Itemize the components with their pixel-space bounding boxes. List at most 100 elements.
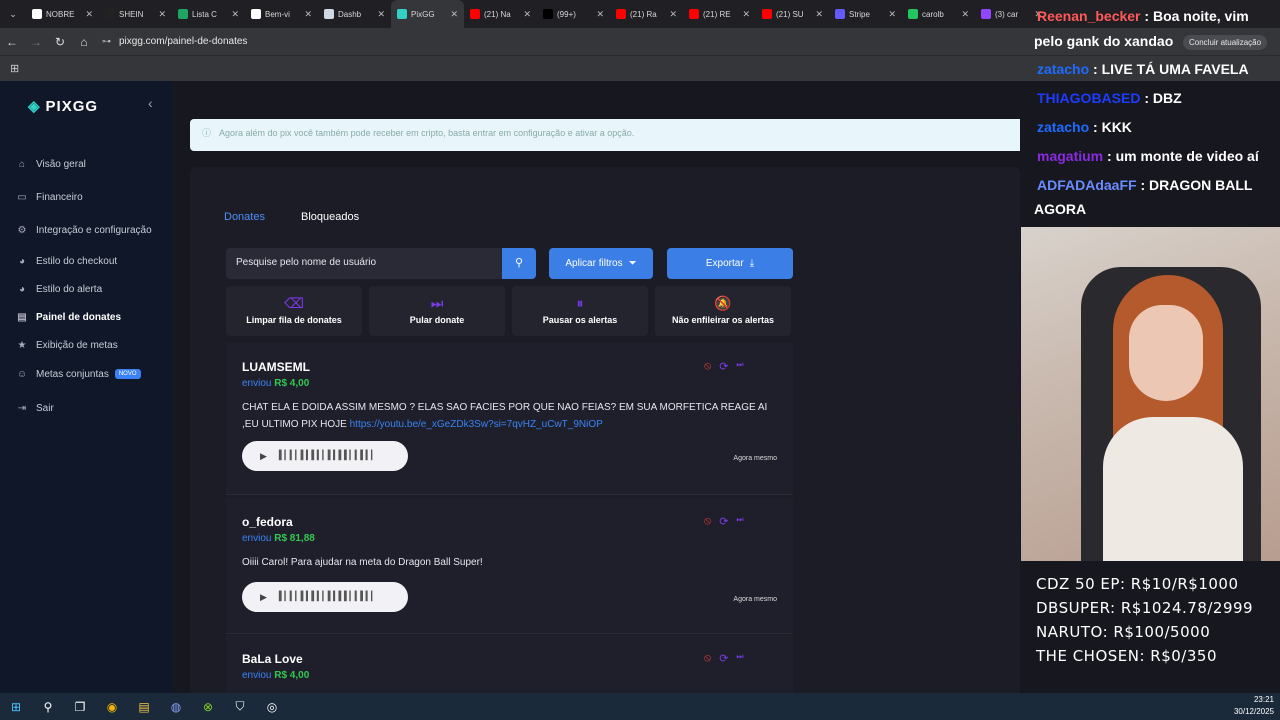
donate-card: BaLa Love enviou R$ 4,00 ⦸ ⟳ ⏭ (226, 635, 793, 693)
browser-tab[interactable]: Lista C ✕ (172, 0, 245, 28)
info-icon: ⓘ (202, 128, 212, 138)
url-field[interactable]: pixgg.com/painel-de-donates (119, 36, 247, 47)
sidebar-item[interactable]: ◕ Estilo do checkout (16, 255, 117, 267)
system-clock[interactable]: 23:21 30/12/2025 (1234, 694, 1274, 718)
browser-tab[interactable]: Dashb ✕ (318, 0, 391, 28)
browser-tab[interactable]: (21) SU ✕ (756, 0, 829, 28)
replay-icon[interactable]: ⟳ (719, 652, 728, 665)
goal-line: NARUTO: R$100/5000 (1036, 623, 1211, 641)
block-user-icon[interactable]: ⦸ (704, 652, 711, 665)
browser-tab[interactable]: Stripe ✕ (829, 0, 902, 28)
replay-icon[interactable]: ⟳ (719, 515, 728, 528)
discord-icon[interactable]: ◍ (160, 700, 192, 714)
palette-icon: ◕ (18, 283, 26, 295)
replay-icon[interactable]: ⟳ (719, 360, 728, 373)
sidebar-item[interactable]: ◕ Estilo do alerta (16, 283, 102, 295)
tab-donates[interactable]: Donates (224, 211, 265, 223)
shield-icon[interactable]: ⛉ (224, 699, 256, 714)
browser-tab[interactable]: Bem-vi ✕ (245, 0, 318, 28)
close-tab-icon[interactable]: ✕ (304, 9, 312, 20)
tab-bloqueados[interactable]: Bloqueados (301, 211, 359, 223)
reload-icon[interactable]: ↻ (48, 35, 72, 49)
xbox-icon[interactable]: ⊗ (192, 700, 224, 714)
search-button[interactable]: ⚲ (502, 248, 536, 279)
action-button[interactable]: ⏸ Pausar os alertas (512, 286, 648, 336)
task-view-icon[interactable]: ❐ (64, 700, 96, 714)
sidebar-item[interactable]: ▤ Painel de donates (16, 311, 121, 323)
people-icon: ☺ (16, 368, 28, 380)
close-tab-icon[interactable]: ✕ (85, 9, 93, 20)
close-tab-icon[interactable]: ✕ (961, 9, 969, 20)
forward-icon[interactable]: → (24, 35, 48, 49)
sent-label: enviou (242, 533, 272, 544)
chrome-icon[interactable]: ◉ (96, 700, 128, 714)
close-tab-icon[interactable]: ✕ (158, 9, 166, 20)
action-button[interactable]: ⌫ Limpar fila de donates (226, 286, 362, 336)
apps-grid-icon[interactable]: ⊞ (10, 62, 19, 75)
donor-name: o_fedora (242, 515, 293, 529)
tab-title: (21) Ra (630, 9, 657, 19)
close-tab-icon[interactable]: ✕ (377, 9, 385, 20)
chat-separator: : (1140, 90, 1153, 106)
browser-tab[interactable]: PixGG ✕ (391, 0, 464, 28)
search-icon[interactable]: ⚲ (32, 700, 64, 714)
browser-tab[interactable]: (21) Ra ✕ (610, 0, 683, 28)
collapse-sidebar-icon[interactable]: ‹ (148, 95, 153, 111)
sidebar-item[interactable]: ☺ Metas conjuntas NOVO (16, 368, 141, 380)
tab-title: (21) RE (703, 9, 731, 19)
brand-logo[interactable]: ◈ PIXGG (28, 97, 98, 116)
browser-tab[interactable]: NOBRE ✕ (26, 0, 99, 28)
action-label: Limpar fila de donates (246, 315, 342, 325)
windows-start-icon[interactable]: ⊞ (0, 700, 32, 714)
action-button[interactable]: ⏭ Pular donate (369, 286, 505, 336)
obs-icon[interactable]: ◎ (256, 700, 288, 714)
close-tab-icon[interactable]: ✕ (888, 9, 896, 20)
skip-icon[interactable]: ⏭ (736, 515, 743, 528)
browser-tab[interactable]: SHEIN ✕ (99, 0, 172, 28)
sidebar-item[interactable]: ★ Exibição de metas (16, 339, 118, 351)
sidebar-item[interactable]: ⌂ Visão geral (16, 158, 86, 170)
browser-tab[interactable]: (99+) ✕ (537, 0, 610, 28)
browser-tab[interactable]: (21) RE ✕ (683, 0, 756, 28)
sidebar-item-label: Visão geral (36, 158, 86, 170)
tab-search-icon[interactable]: ⌄ (0, 9, 26, 20)
export-label: Exportar (705, 258, 744, 269)
tab-favicon-icon (908, 9, 918, 19)
tab-favicon-icon (616, 9, 626, 19)
browser-tab[interactable]: (21) Na ✕ (464, 0, 537, 28)
close-tab-icon[interactable]: ✕ (669, 9, 677, 20)
donate-card: LUAMSEML enviou R$ 4,00 ⦸ ⟳ ⏭ CHAT ELA E DO… (226, 343, 793, 495)
search-input[interactable]: Pesquise pelo nome de usuário (226, 248, 502, 279)
streamer-body (1103, 417, 1243, 561)
skip-icon[interactable]: ⏭ (736, 360, 743, 373)
sidebar-item[interactable]: ▭ Financeiro (16, 191, 82, 203)
block-user-icon[interactable]: ⦸ (704, 360, 711, 373)
close-tab-icon[interactable]: ✕ (742, 9, 750, 20)
audio-player[interactable]: ▶ ▌▎▍▎▌▍▌▍▎▌▍▌▌▎▍▌▍▎ (242, 441, 408, 471)
site-info-icon[interactable]: ⊶ (102, 36, 111, 47)
export-button[interactable]: Exportar ⤓ (667, 248, 793, 279)
skip-icon[interactable]: ⏭ (736, 652, 743, 665)
block-user-icon[interactable]: ⦸ (704, 515, 711, 528)
action-label: Pular donate (409, 315, 465, 325)
sidebar-item[interactable]: ⚙ Integração e configuração (16, 224, 152, 236)
play-icon[interactable]: ▶ (260, 592, 267, 603)
chat-username: zatacho (1037, 119, 1090, 135)
browser-tab[interactable]: carolb ✕ (902, 0, 975, 28)
apply-filters-button[interactable]: Aplicar filtros ⏷ (549, 248, 653, 279)
audio-player[interactable]: ▶ ▌▎▍▎▌▍▌▍▎▌▍▌▌▎▍▌▍▎ (242, 582, 408, 612)
close-tab-icon[interactable]: ✕ (523, 9, 531, 20)
play-icon[interactable]: ▶ (260, 451, 267, 462)
chat-username: zatacho (1037, 61, 1090, 77)
close-tab-icon[interactable]: ✕ (231, 9, 239, 20)
chat-separator: : (1089, 61, 1102, 77)
home-icon[interactable]: ⌂ (72, 35, 96, 49)
back-icon[interactable]: ← (0, 35, 24, 49)
file-explorer-icon[interactable]: ▤ (128, 700, 160, 714)
close-tab-icon[interactable]: ✕ (450, 9, 458, 20)
action-button[interactable]: 🔕 Não enfileirar os alertas (655, 286, 791, 336)
close-tab-icon[interactable]: ✕ (815, 9, 823, 20)
sidebar-item[interactable]: ⇥ Sair (16, 402, 54, 414)
message-link[interactable]: https://youtu.be/e_xGeZDk3Sw?si=7qvHZ_uC… (350, 419, 603, 430)
close-tab-icon[interactable]: ✕ (596, 9, 604, 20)
